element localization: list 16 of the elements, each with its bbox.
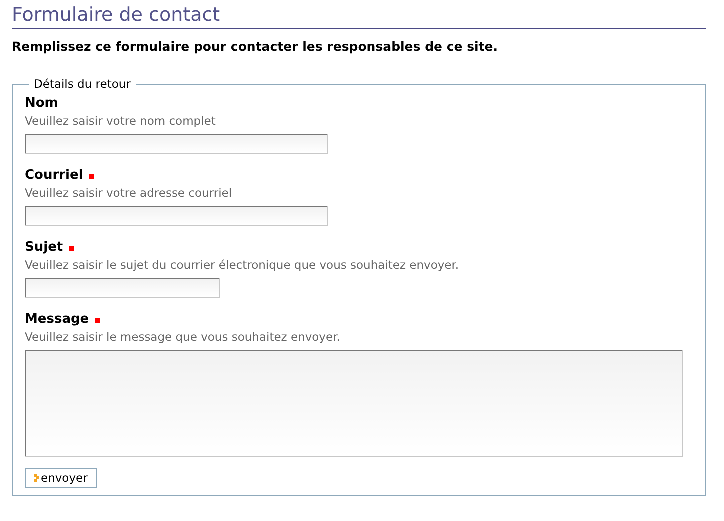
input-field[interactable] (25, 206, 328, 226)
message-field[interactable] (25, 350, 683, 458)
field-help: Veuillez saisir votre nom complet (25, 113, 217, 130)
field-label: Sujet (25, 239, 64, 258)
input-field[interactable] (25, 134, 328, 154)
fieldset-legend: Détails du retour (29, 76, 136, 94)
page-title: Formulaire de contact (12, 3, 222, 28)
input-field[interactable] (25, 278, 220, 298)
intro-text: Remplissez ce formulaire pour contacter les responsables de ce site. (12, 39, 500, 55)
field-label: Courriel (25, 167, 84, 186)
field-help: Veuillez saisir votre adresse courriel (25, 185, 234, 202)
field-help: Veuillez saisir le message que vous souhaitez envoyer. (25, 329, 342, 346)
field-help: Veuillez saisir le sujet du courrier électronique que vous souhaitez envoyer. (25, 257, 460, 274)
field-label: Nom (25, 95, 58, 114)
send-button[interactable]: envoyer (25, 468, 97, 488)
field-label: Message (25, 311, 90, 330)
